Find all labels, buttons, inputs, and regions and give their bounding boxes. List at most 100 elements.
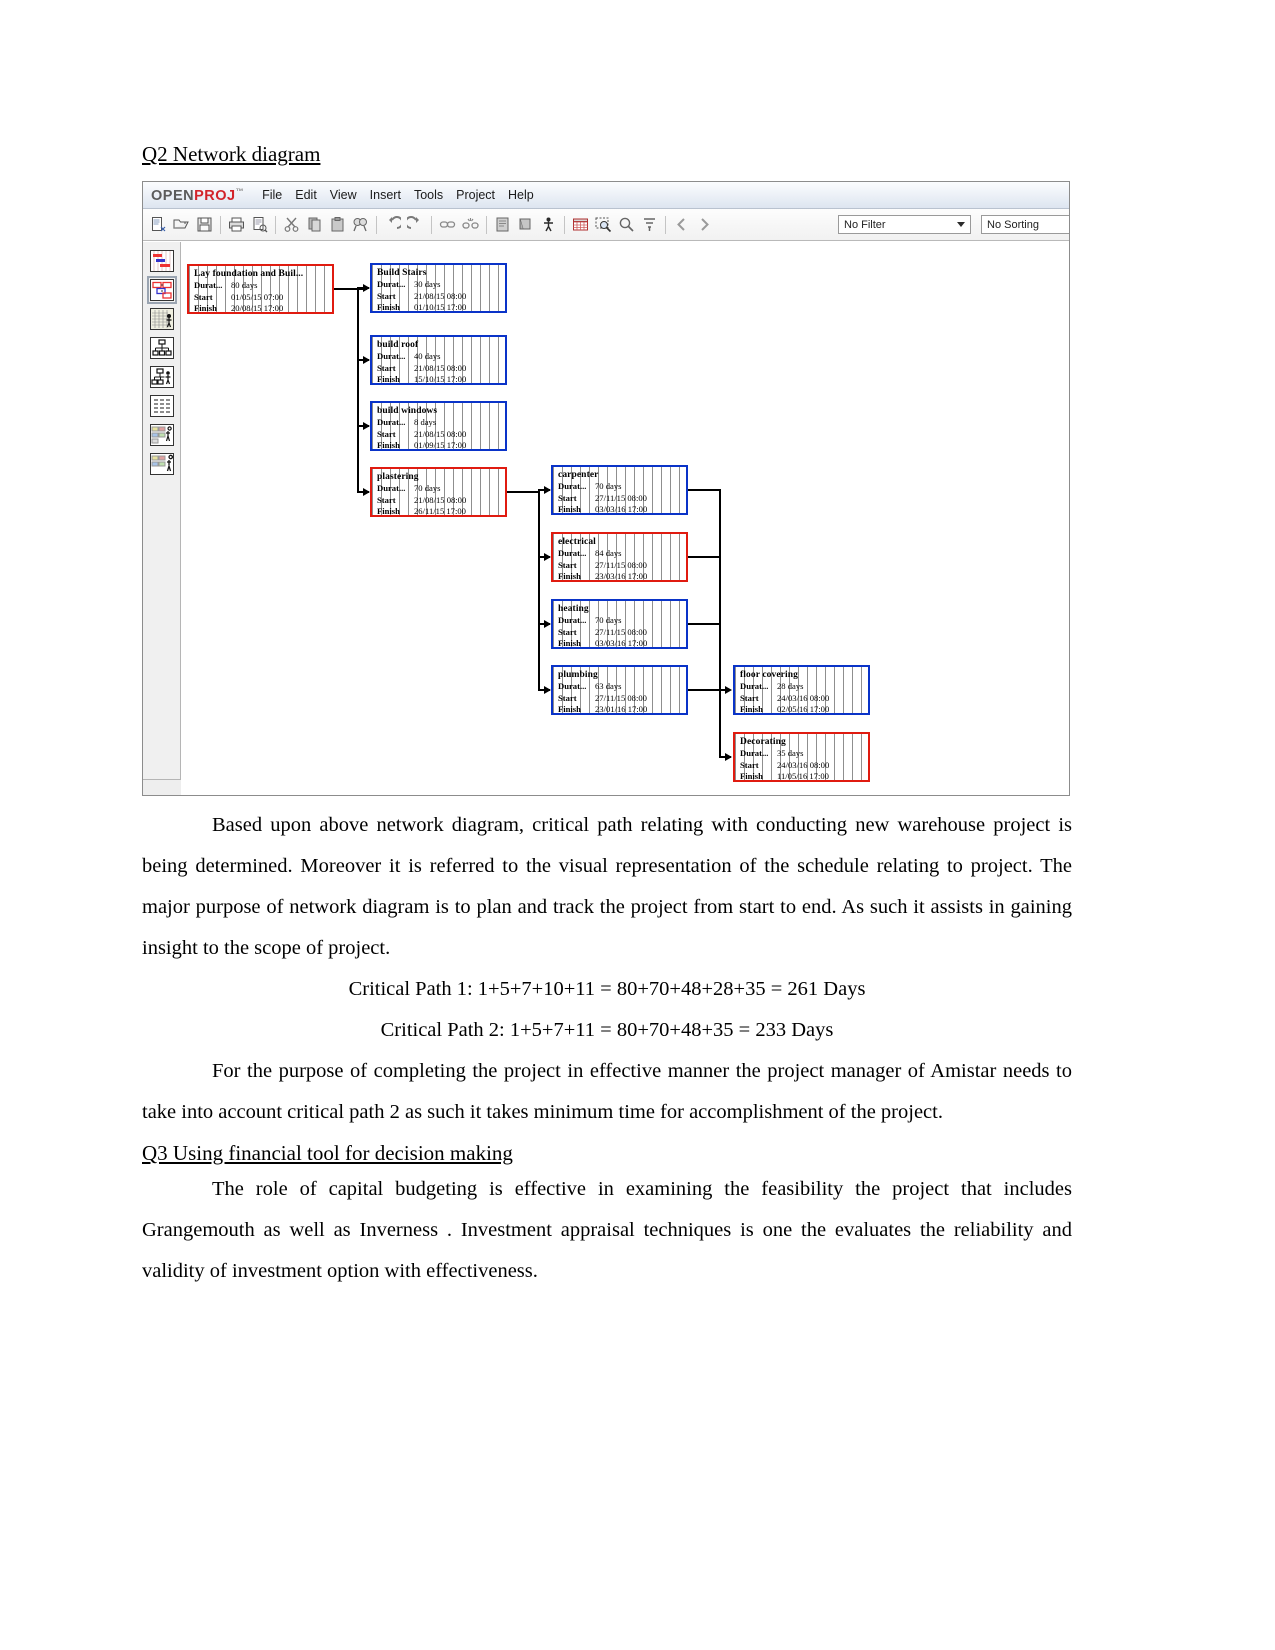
node-duration-label: Durat... <box>377 279 406 289</box>
zoom-selection-icon[interactable] <box>595 216 612 233</box>
connector-line <box>357 288 359 492</box>
connector-arrow <box>363 356 370 364</box>
network-node-plumbing[interactable]: plumbing Durat... 63 days Start 27/11/15 08:… <box>551 665 688 715</box>
sorting-label: No Sorting <box>987 218 1039 231</box>
assign-resources-icon[interactable] <box>540 216 557 233</box>
filter-dropdown[interactable]: No Filter <box>838 215 971 234</box>
copy-icon[interactable] <box>306 216 323 233</box>
node-duration: Durat... 70 days <box>558 481 682 493</box>
node-start-label: Start <box>740 692 759 703</box>
menu-edit[interactable]: Edit <box>295 188 317 202</box>
menu-tools[interactable]: Tools <box>414 188 443 202</box>
cut-icon[interactable] <box>283 216 300 233</box>
node-duration: Durat... 35 days <box>740 748 864 760</box>
network-node-build-windows[interactable]: build windows Durat... 8 days Start 21/08/15… <box>370 401 507 451</box>
node-finish-label: Finish <box>377 506 400 516</box>
node-title: heating <box>558 604 589 614</box>
print-preview-icon[interactable] <box>251 216 268 233</box>
network-view-icon[interactable] <box>146 276 177 304</box>
menu-insert[interactable]: Insert <box>370 188 401 202</box>
node-start: Start 27/11/15 08:00 <box>558 560 682 572</box>
network-node-lay-foundation[interactable]: Lay foundation and Buil... Durat... 80 day… <box>187 264 334 314</box>
document-body: Q2 Network diagram <box>142 140 1072 180</box>
node-finish-value: 15/10/15 17:00 <box>414 374 467 384</box>
node-start: Start 01/05/15 07:00 <box>194 292 328 304</box>
node-duration-value: 84 days <box>595 548 622 558</box>
node-start-label: Start <box>377 290 396 301</box>
redo-icon[interactable] <box>404 216 424 233</box>
network-node-carpenter[interactable]: carpenter Durat... 70 days Start 27/11/15 08… <box>551 465 688 515</box>
paste-icon[interactable] <box>329 216 346 233</box>
network-node-plastering[interactable]: plastering Durat... 70 days Start 21/08/15 0… <box>370 467 507 517</box>
logo-proj-text: PROJ <box>194 187 236 204</box>
rbs-view-icon[interactable] <box>149 366 174 388</box>
node-duration-value: 30 days <box>414 279 441 289</box>
node-duration-value: 40 days <box>414 351 441 361</box>
task-sheet-view-icon[interactable] <box>149 395 174 417</box>
nav-forward-icon[interactable] <box>696 216 713 233</box>
zoom-in-icon[interactable] <box>618 216 635 233</box>
node-finish-label: Finish <box>740 771 763 781</box>
connector-arrow <box>544 620 551 628</box>
toolbar-separator <box>376 215 377 234</box>
open-project-icon[interactable] <box>173 216 190 233</box>
node-duration-value: 8 days <box>414 417 437 427</box>
find-icon[interactable] <box>352 216 369 233</box>
node-title: carpenter <box>558 470 599 480</box>
connector-arrow <box>363 422 370 430</box>
node-duration-label: Durat... <box>558 481 587 491</box>
node-duration-label: Durat... <box>558 681 587 691</box>
node-start-value: 24/03/16 08:00 <box>777 759 830 770</box>
new-project-icon[interactable] <box>150 216 167 233</box>
gantt-view-icon[interactable] <box>149 250 174 272</box>
task-usage-view-icon[interactable] <box>149 308 174 330</box>
q3-heading: Q3 Using financial tool for decision mak… <box>142 1141 513 1165</box>
resource-usage-view-icon[interactable] <box>149 453 174 475</box>
network-node-electrical[interactable]: electrical Durat... 84 days Start 27/11/15 0… <box>551 532 688 582</box>
node-duration-label: Durat... <box>377 483 406 493</box>
node-start: Start 24/03/16 08:00 <box>740 693 864 705</box>
network-node-build-stairs[interactable]: Build Stairs Durat... 30 days Start 21/08/15… <box>370 263 507 313</box>
node-duration: Durat... 70 days <box>377 483 501 495</box>
node-duration-label: Durat... <box>740 681 769 691</box>
network-node-heating[interactable]: heating Durat... 70 days Start 27/11/15 08:0… <box>551 599 688 649</box>
sorting-dropdown[interactable]: No Sorting <box>981 215 1069 234</box>
wbs-view-icon[interactable] <box>149 337 174 359</box>
openproj-logo: OPENPROJ™ <box>151 187 244 204</box>
network-node-floor-covering[interactable]: floor covering Durat... 28 days Start 24/03/… <box>733 665 870 715</box>
unlink-tasks-icon[interactable] <box>462 216 479 233</box>
node-title: Decorating <box>740 737 786 747</box>
menu-file[interactable]: File <box>262 188 282 202</box>
paragraph-critical-path-choice: For the purpose of completing the projec… <box>142 1060 1072 1123</box>
resource-sheet-view-icon[interactable] <box>149 424 174 446</box>
network-node-decorating[interactable]: Decorating Durat... 35 days Start 24/03/16 0… <box>733 732 870 782</box>
menu-project[interactable]: Project <box>456 188 495 202</box>
undo-icon[interactable] <box>384 216 404 233</box>
network-diagram-canvas[interactable]: Lay foundation and Buil... Durat... 80 day… <box>181 242 1069 795</box>
menu-view[interactable]: View <box>330 188 357 202</box>
node-finish-label: Finish <box>558 638 581 648</box>
connector-line <box>719 489 721 757</box>
outdent-icon[interactable] <box>517 216 534 233</box>
node-finish-value: 11/05/16 17:00 <box>777 771 829 781</box>
print-icon[interactable] <box>228 216 245 233</box>
filter-icon[interactable] <box>641 216 658 233</box>
node-start: Start 21/08/15 08:00 <box>377 291 501 303</box>
nav-back-icon[interactable] <box>673 216 690 233</box>
node-finish: Finish 23/01/16 17:00 <box>558 704 682 713</box>
connector-arrow <box>725 753 732 761</box>
node-start-value: 27/11/15 08:00 <box>595 626 647 637</box>
link-tasks-icon[interactable] <box>439 216 456 233</box>
node-title: build roof <box>377 340 419 350</box>
filter-label: No Filter <box>844 218 886 231</box>
menu-help[interactable]: Help <box>508 188 534 202</box>
node-start-label: Start <box>558 626 577 637</box>
indent-icon[interactable] <box>494 216 511 233</box>
node-duration: Durat... 84 days <box>558 548 682 560</box>
node-start: Start 27/11/15 08:00 <box>558 693 682 705</box>
network-node-build-roof[interactable]: build roof Durat... 40 days Start 21/08/15 0… <box>370 335 507 385</box>
save-icon[interactable] <box>196 216 213 233</box>
node-title: electrical <box>558 537 596 547</box>
calendar-icon[interactable] <box>572 216 589 233</box>
node-start-label: Start <box>558 492 577 503</box>
